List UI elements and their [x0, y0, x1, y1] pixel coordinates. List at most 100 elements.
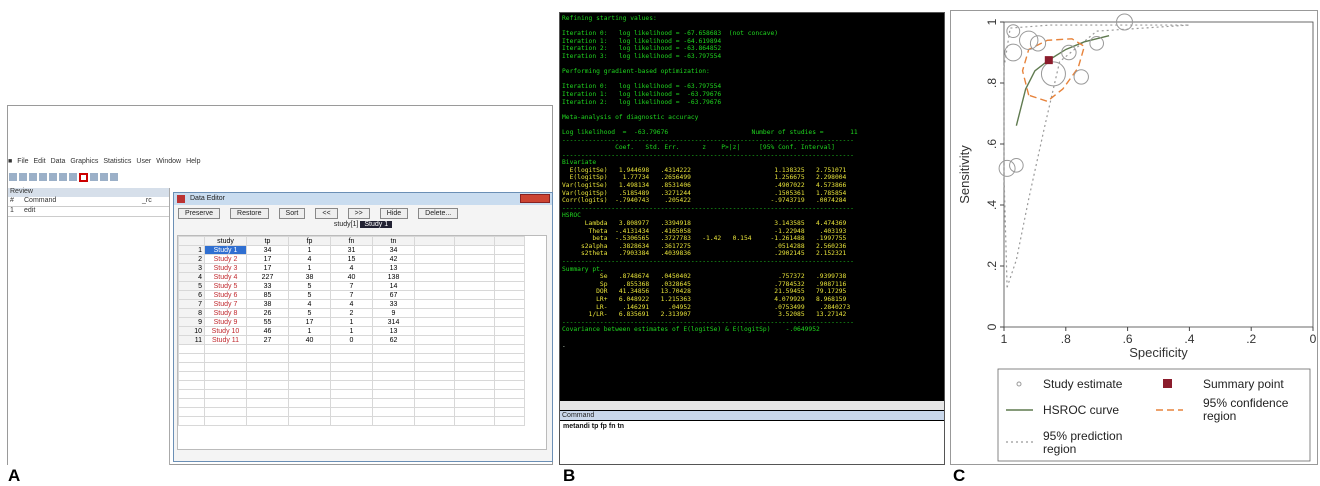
empty-cell[interactable] — [246, 362, 289, 372]
next-button[interactable]: >> — [347, 208, 370, 219]
log-icon[interactable] — [39, 173, 47, 181]
data-editor-icon[interactable] — [79, 172, 88, 182]
value-cell[interactable]: 138 — [372, 272, 415, 282]
empty-cell[interactable] — [494, 416, 525, 426]
sort-button[interactable]: Sort — [278, 208, 306, 219]
value-cell[interactable]: 67 — [372, 290, 415, 300]
empty-cell[interactable] — [288, 362, 331, 372]
value-cell[interactable]: 55 — [246, 317, 289, 327]
value-cell[interactable]: 26 — [246, 308, 289, 318]
value-cell[interactable]: 2 — [330, 308, 373, 318]
empty-cell[interactable] — [414, 299, 455, 309]
empty-cell[interactable] — [178, 389, 205, 399]
value-cell[interactable]: 4 — [288, 299, 331, 309]
empty-cell[interactable] — [330, 344, 373, 354]
empty-row[interactable] — [178, 344, 525, 354]
empty-cell[interactable] — [246, 344, 289, 354]
empty-cell[interactable] — [204, 344, 247, 354]
empty-cell[interactable] — [204, 371, 247, 381]
empty-row[interactable] — [178, 398, 525, 408]
empty-cell[interactable] — [494, 362, 525, 372]
value-cell[interactable]: 5 — [288, 281, 331, 291]
empty-cell[interactable] — [454, 245, 495, 255]
empty-cell[interactable] — [414, 272, 455, 282]
value-cell[interactable]: 5 — [288, 308, 331, 318]
table-row[interactable]: 1 Study 1 34 1 31 34 — [178, 245, 525, 255]
empty-cell[interactable] — [494, 245, 525, 255]
menu-graphics[interactable]: Graphics — [70, 158, 98, 165]
table-row[interactable]: 7 Study 7 38 4 4 33 — [178, 299, 525, 309]
value-cell[interactable]: 4 — [288, 254, 331, 264]
value-cell[interactable]: 38 — [288, 272, 331, 282]
empty-cell[interactable] — [494, 335, 525, 345]
empty-cell[interactable] — [288, 344, 331, 354]
empty-cell[interactable] — [178, 407, 205, 417]
empty-cell[interactable] — [204, 416, 247, 426]
empty-cell[interactable] — [414, 263, 455, 273]
study-cell[interactable]: Study 6 — [204, 290, 247, 300]
empty-cell[interactable] — [454, 353, 495, 363]
menu-window[interactable]: Window — [156, 158, 181, 165]
value-cell[interactable]: 1 — [288, 245, 331, 255]
value-cell[interactable]: 34 — [246, 245, 289, 255]
value-cell[interactable]: 13 — [372, 263, 415, 273]
value-cell[interactable]: 33 — [372, 299, 415, 309]
empty-cell[interactable] — [414, 362, 455, 372]
window-controls-icon[interactable] — [520, 194, 550, 203]
value-cell[interactable]: 27 — [246, 335, 289, 345]
value-cell[interactable]: 7 — [330, 290, 373, 300]
value-cell[interactable]: 4 — [330, 299, 373, 309]
delete-button[interactable]: Delete... — [418, 208, 459, 219]
empty-cell[interactable] — [204, 380, 247, 390]
empty-cell[interactable] — [204, 407, 247, 417]
empty-cell[interactable] — [372, 353, 415, 363]
empty-cell[interactable] — [330, 398, 373, 408]
empty-cell[interactable] — [330, 353, 373, 363]
data-browser-icon[interactable] — [90, 173, 98, 181]
empty-cell[interactable] — [288, 407, 331, 417]
empty-cell[interactable] — [454, 326, 495, 336]
empty-cell[interactable] — [414, 398, 455, 408]
empty-cell[interactable] — [414, 254, 455, 264]
empty-cell[interactable] — [330, 362, 373, 372]
value-cell[interactable]: 46 — [246, 326, 289, 336]
value-cell[interactable]: 62 — [372, 335, 415, 345]
col-fp[interactable]: fp — [288, 236, 331, 246]
value-cell[interactable]: 40 — [288, 335, 331, 345]
empty-cell[interactable] — [372, 407, 415, 417]
restore-button[interactable]: Restore — [230, 208, 269, 219]
empty-row[interactable] — [178, 380, 525, 390]
empty-cell[interactable] — [414, 317, 455, 327]
empty-cell[interactable] — [494, 344, 525, 354]
empty-cell[interactable] — [454, 272, 495, 282]
print-icon[interactable] — [29, 173, 37, 181]
value-cell[interactable]: 227 — [246, 272, 289, 282]
empty-cell[interactable] — [246, 389, 289, 399]
value-cell[interactable]: 40 — [330, 272, 373, 282]
empty-cell[interactable] — [494, 290, 525, 300]
empty-cell[interactable] — [454, 371, 495, 381]
study-cell[interactable]: Study 9 — [204, 317, 247, 327]
study-cell[interactable]: Study 7 — [204, 299, 247, 309]
empty-cell[interactable] — [204, 398, 247, 408]
value-cell[interactable]: 4 — [330, 263, 373, 273]
study-cell[interactable]: Study 10 — [204, 326, 247, 336]
empty-row[interactable] — [178, 362, 525, 372]
col-fn[interactable]: fn — [330, 236, 373, 246]
empty-cell[interactable] — [494, 407, 525, 417]
empty-cell[interactable] — [454, 254, 495, 264]
empty-cell[interactable] — [204, 353, 247, 363]
empty-cell[interactable] — [494, 263, 525, 273]
value-cell[interactable]: 38 — [246, 299, 289, 309]
study-cell[interactable]: Study 8 — [204, 308, 247, 318]
empty-cell[interactable] — [494, 308, 525, 318]
value-cell[interactable]: 1 — [330, 326, 373, 336]
command-input[interactable]: metandi tp fp fn tn — [560, 421, 944, 464]
value-cell[interactable]: 13 — [372, 326, 415, 336]
empty-cell[interactable] — [454, 416, 495, 426]
empty-cell[interactable] — [454, 344, 495, 354]
table-row[interactable]: 4 Study 4 227 38 40 138 — [178, 272, 525, 282]
break-icon[interactable] — [110, 173, 118, 181]
empty-cell[interactable] — [372, 389, 415, 399]
empty-cell[interactable] — [372, 380, 415, 390]
